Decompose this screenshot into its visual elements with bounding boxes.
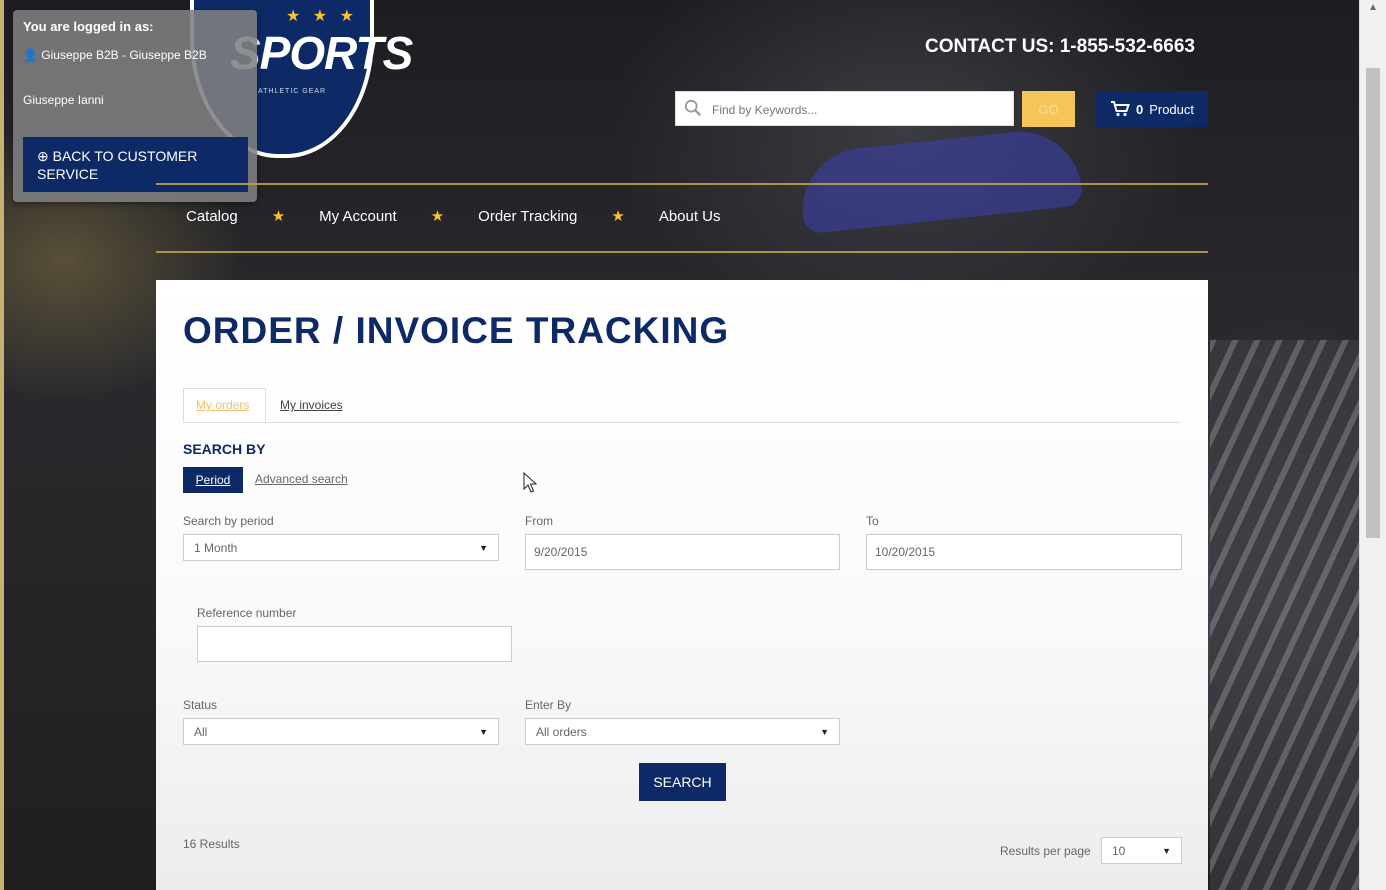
scroll-thumb[interactable] <box>1366 68 1380 538</box>
scroll-up-icon[interactable]: ▲ <box>1368 2 1378 13</box>
go-button[interactable]: GO <box>1022 91 1075 127</box>
period-value: 1 Month <box>194 540 238 555</box>
enter-by-value: All orders <box>536 724 587 739</box>
reference-label: Reference number <box>197 606 297 620</box>
enter-by-select[interactable]: All orders ▼ <box>525 718 840 745</box>
results-per-page-label: Results per page <box>1000 844 1091 858</box>
tab-my-orders[interactable]: My orders <box>183 388 266 422</box>
results-per-page-select[interactable]: 10 ▼ <box>1101 837 1182 864</box>
reference-number-input[interactable] <box>197 626 512 662</box>
login-title: You are logged in as: <box>23 19 154 34</box>
nav-item-about-us[interactable]: About Us <box>659 208 721 225</box>
tabs-divider <box>183 422 1181 423</box>
results-count: 16 Results <box>183 837 240 851</box>
nav-item-order-tracking[interactable]: Order Tracking <box>478 208 577 225</box>
star-icon: ★ <box>271 208 286 225</box>
logo-stars-icon: ★ ★ ★ <box>286 8 358 25</box>
nav-divider-bottom <box>156 251 1208 253</box>
contact-phone: CONTACT US: 1-855-532-6663 <box>925 36 1195 57</box>
to-date-input[interactable] <box>866 534 1182 570</box>
login-name: Giuseppe Ianni <box>23 93 104 107</box>
cart-count: 0 <box>1135 101 1144 117</box>
mouse-cursor-icon <box>523 472 537 493</box>
search-icon <box>684 99 701 116</box>
status-select[interactable]: All ▼ <box>183 718 499 745</box>
main-panel: ORDER / INVOICE TRACKING My orders My in… <box>156 280 1208 890</box>
logo-subtitle: ATHLETIC GEAR <box>258 88 327 95</box>
period-button[interactable]: Period <box>183 467 243 493</box>
search-box[interactable] <box>675 91 1014 127</box>
user-icon: 👤 <box>23 48 38 62</box>
caret-down-icon: ▼ <box>1162 845 1171 856</box>
login-user: 👤 Giuseppe B2B - Giuseppe B2B <box>23 48 207 62</box>
advanced-search-link[interactable]: Advanced search <box>255 472 348 486</box>
star-icon: ★ <box>430 208 445 225</box>
enter-by-label: Enter By <box>525 698 572 712</box>
cart-label: Product <box>1149 101 1195 117</box>
search-button[interactable]: SEARCH <box>639 763 726 801</box>
back-button-label: BACK TO CUSTOMER SERVICE <box>37 148 198 182</box>
star-icon: ★ <box>611 208 625 225</box>
caret-down-icon: ▼ <box>479 726 488 737</box>
search-input[interactable] <box>710 92 1012 127</box>
caret-down-icon: ▼ <box>820 726 829 737</box>
status-value: All <box>194 724 208 739</box>
status-label: Status <box>183 698 218 712</box>
nav-item-catalog[interactable]: Catalog <box>186 208 238 225</box>
results-per-page-value: 10 <box>1112 843 1126 858</box>
main-nav: Catalog ★ My Account ★ Order Tracking ★ … <box>186 207 721 226</box>
nav-item-my-account[interactable]: My Account <box>319 208 397 225</box>
cart-icon <box>1110 101 1130 117</box>
login-panel: You are logged in as: 👤 Giuseppe B2B - G… <box>13 10 257 202</box>
period-label: Search by period <box>183 514 274 528</box>
to-label: To <box>866 514 879 528</box>
search-by-heading: SEARCH BY <box>183 441 266 457</box>
period-select[interactable]: 1 Month ▼ <box>183 534 499 561</box>
tab-my-invoices[interactable]: My invoices <box>268 388 355 422</box>
from-date-input[interactable] <box>525 534 840 570</box>
nav-divider-top <box>156 183 1208 185</box>
logo-text: SPORTS <box>230 27 413 79</box>
scrollbar[interactable]: ▲ <box>1359 0 1386 890</box>
page-title: ORDER / INVOICE TRACKING <box>183 310 730 351</box>
cart-button[interactable]: 0 Product <box>1096 91 1208 127</box>
background-jersey <box>1210 340 1360 890</box>
caret-down-icon: ▼ <box>479 542 488 553</box>
login-user-label: Giuseppe B2B - Giuseppe B2B <box>41 48 207 62</box>
from-label: From <box>525 514 553 528</box>
plus-circle-icon: ⊕ <box>37 148 49 164</box>
